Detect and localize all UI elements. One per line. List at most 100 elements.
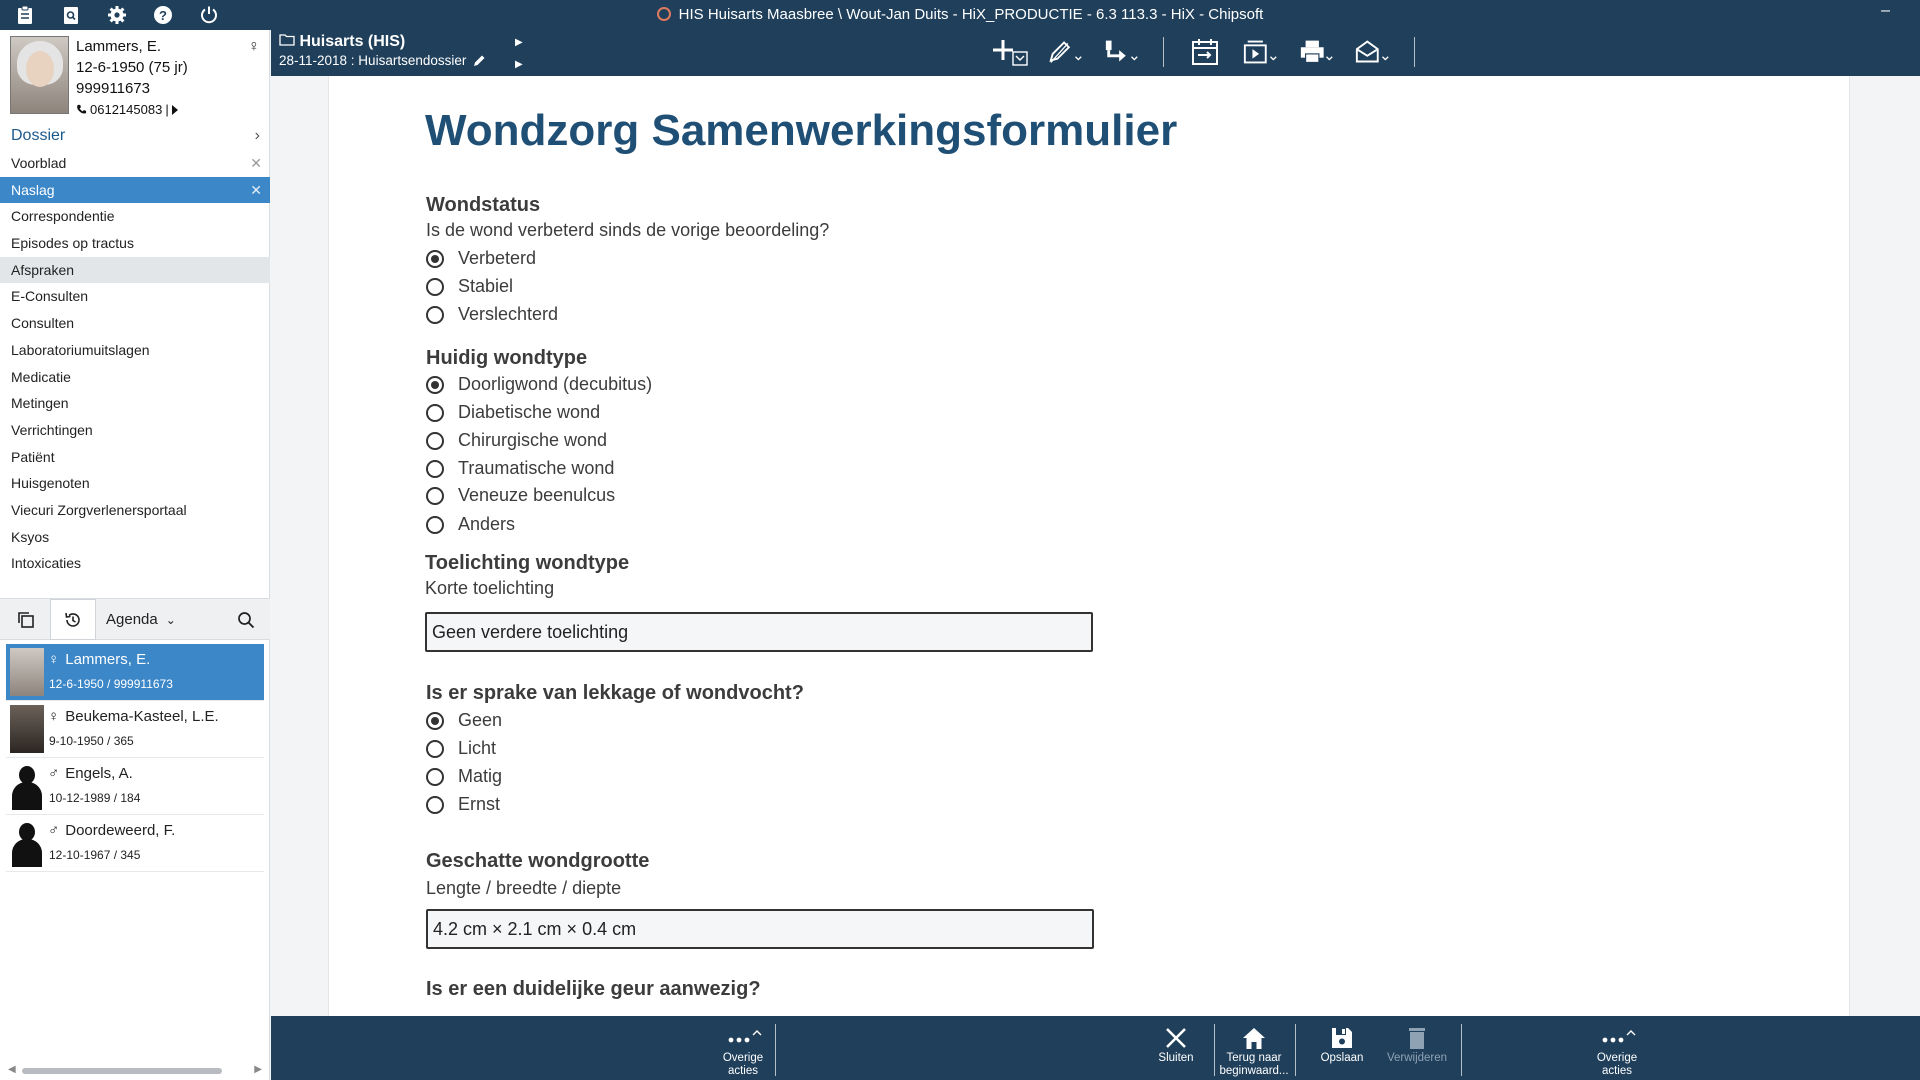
- home-button[interactable]: Terug naar beginwaard...: [1218, 1024, 1290, 1078]
- calendar-icon[interactable]: [1186, 36, 1224, 68]
- radio-icon[interactable]: [426, 459, 444, 478]
- more-actions-label-1: Overige: [1596, 1052, 1638, 1064]
- horizontal-scrollbar[interactable]: ◀ ▶: [0, 1060, 270, 1080]
- radio-option-verbeterd[interactable]: Verbeterd: [426, 248, 536, 269]
- radio-icon[interactable]: [426, 739, 444, 758]
- breadcrumb-sub[interactable]: 28-11-2018 : Huisartsendossier ▶: [279, 53, 523, 70]
- patient-list-item[interactable]: ♀ Beukema-Kasteel, L.E. 9-10-1950 / 365: [6, 701, 264, 758]
- patient-phone-number: 0612145083: [90, 102, 163, 117]
- nav-item-voorblad[interactable]: Voorblad ✕: [0, 150, 270, 177]
- radio-option-licht[interactable]: Licht: [426, 738, 496, 759]
- radio-option-traumatische-wond[interactable]: Traumatische wond: [426, 458, 614, 479]
- sidebar: Lammers, E. 12-6-1950 (75 jr) 999911673 …: [0, 30, 270, 1080]
- play-small-icon[interactable]: [171, 104, 178, 115]
- radio-icon[interactable]: [426, 486, 444, 505]
- radio-icon[interactable]: [426, 515, 444, 534]
- close-label: Sluiten: [1158, 1052, 1194, 1064]
- pencil-icon[interactable]: [472, 54, 486, 68]
- mail-dropdown-icon[interactable]: [1354, 36, 1392, 68]
- save-icon: [1306, 1024, 1378, 1052]
- scroll-left-icon[interactable]: ◀: [8, 1064, 16, 1075]
- search-icon[interactable]: [232, 606, 260, 634]
- window-title: HIS Huisarts Maasbree \ Wout-Jan Duits -…: [0, 6, 1920, 23]
- radio-option-veneuze-beenulcus[interactable]: Veneuze beenulcus: [426, 485, 615, 506]
- nav-item-ksyos[interactable]: Ksyos: [0, 524, 270, 551]
- nav-item-e-consulten[interactable]: E-Consulten: [0, 283, 270, 310]
- patient-list-name: ♂ Doordeweerd, F.: [48, 822, 175, 839]
- patient-list-item[interactable]: ♂ Doordeweerd, F. 12-10-1967 / 345: [6, 815, 264, 872]
- nav-item-medicatie[interactable]: Medicatie: [0, 364, 270, 391]
- more-actions-left-button[interactable]: Overige acties: [707, 1024, 779, 1078]
- patient-phone[interactable]: 0612145083 |: [76, 99, 188, 120]
- radio-selected-icon[interactable]: [426, 249, 444, 268]
- nav-item-patient[interactable]: Patiënt: [0, 444, 270, 471]
- radio-label: Doorligwond (decubitus): [458, 374, 653, 394]
- trash-icon: [1381, 1024, 1453, 1052]
- copy-windows-icon[interactable]: [12, 606, 40, 634]
- radio-selected-icon[interactable]: [426, 375, 444, 394]
- radio-label: Verslechterd: [458, 304, 559, 324]
- radio-selected-icon[interactable]: [426, 711, 444, 730]
- save-button[interactable]: Opslaan: [1306, 1024, 1378, 1065]
- radio-option-doorligwond[interactable]: Doorligwond (decubitus): [426, 374, 652, 395]
- silhouette-body: [12, 839, 42, 867]
- save-label: Opslaan: [1320, 1052, 1364, 1064]
- print-dropdown-icon[interactable]: [1298, 36, 1336, 68]
- minimize-button[interactable]: –: [1881, 2, 1890, 20]
- nav-item-label: Naslag: [11, 181, 55, 198]
- more-actions-right-button[interactable]: Overige acties: [1581, 1024, 1653, 1078]
- radio-option-stabiel[interactable]: Stabiel: [426, 276, 513, 297]
- radio-option-diabetische-wond[interactable]: Diabetische wond: [426, 402, 600, 423]
- patient-list-item[interactable]: ♀ Lammers, E. 12-6-1950 / 999911673: [6, 644, 264, 701]
- wondgrootte-input[interactable]: 4.2 cm × 2.1 cm × 0.4 cm: [426, 909, 1094, 949]
- nav-item-laboratoriumuitslagen[interactable]: Laboratoriumuitslagen: [0, 337, 270, 364]
- main-toolbar: Huisarts (HIS) ▶ 28-11-2018 : Huisartsen…: [271, 30, 1920, 76]
- radio-icon[interactable]: [426, 795, 444, 814]
- caret-right-icon[interactable]: ▶: [515, 37, 523, 48]
- nav-list: Voorblad ✕ Naslag ✕ Correspondentie Episod…: [0, 150, 270, 577]
- scroll-right-icon[interactable]: ▶: [254, 1064, 262, 1075]
- radio-icon[interactable]: [426, 277, 444, 296]
- radio-label: Anders: [458, 514, 516, 534]
- patient-list-item[interactable]: ♂ Engels, A. 10-12-1989 / 184: [6, 758, 264, 815]
- female-icon: ♀: [248, 38, 260, 55]
- nav-item-naslag[interactable]: Naslag ✕: [0, 176, 270, 204]
- patient-card[interactable]: Lammers, E. 12-6-1950 (75 jr) 999911673 …: [0, 30, 270, 120]
- transfer-dropdown-icon[interactable]: [1103, 36, 1141, 68]
- radio-option-ernst[interactable]: Ernst: [426, 794, 500, 815]
- nav-item-metingen[interactable]: Metingen: [0, 390, 270, 417]
- history-icon[interactable]: [50, 599, 96, 640]
- radio-icon[interactable]: [426, 767, 444, 786]
- media-dropdown-icon[interactable]: [1242, 36, 1280, 68]
- radio-option-verslechterd[interactable]: Verslechterd: [426, 304, 558, 325]
- edit-dropdown-icon[interactable]: [1047, 36, 1085, 68]
- agenda-dropdown[interactable]: Agenda ⌄: [106, 611, 176, 628]
- male-icon: ♂: [48, 822, 60, 839]
- breadcrumb-folder[interactable]: Huisarts (HIS) ▶: [279, 33, 523, 51]
- close-icon[interactable]: ✕: [250, 177, 262, 204]
- radio-icon[interactable]: [426, 431, 444, 450]
- radio-icon[interactable]: [426, 403, 444, 422]
- nav-header-dossier[interactable]: Dossier ›: [0, 122, 270, 150]
- scrollbar-thumb[interactable]: [22, 1068, 222, 1074]
- home-icon: [1218, 1024, 1290, 1052]
- nav-item-correspondentie[interactable]: Correspondentie: [0, 203, 270, 230]
- nav-item-afspraken[interactable]: Afspraken: [0, 256, 270, 284]
- toelichting-input[interactable]: Geen verdere toelichting: [425, 612, 1093, 652]
- nav-item-verrichtingen[interactable]: Verrichtingen: [0, 417, 270, 444]
- radio-option-chirurgische-wond[interactable]: Chirurgische wond: [426, 430, 607, 451]
- add-entry-icon[interactable]: [991, 36, 1029, 68]
- radio-icon[interactable]: [426, 305, 444, 324]
- radio-option-matig[interactable]: Matig: [426, 766, 502, 787]
- caret-right-icon[interactable]: ▶: [515, 59, 523, 70]
- nav-item-huisgenoten[interactable]: Huisgenoten: [0, 470, 270, 497]
- nav-item-consulten[interactable]: Consulten: [0, 310, 270, 337]
- close-icon[interactable]: ✕: [250, 150, 262, 177]
- radio-option-anders[interactable]: Anders: [426, 514, 515, 535]
- nav-item-intoxicaties[interactable]: Intoxicaties: [0, 550, 270, 577]
- radio-option-geen[interactable]: Geen: [426, 710, 502, 731]
- close-button[interactable]: Sluiten: [1140, 1024, 1212, 1065]
- nav-item-episodes[interactable]: Episodes op tractus: [0, 230, 270, 257]
- nav-item-viecuri[interactable]: Viecuri Zorgverlenersportaal: [0, 497, 270, 524]
- female-icon: ♀: [48, 651, 60, 668]
